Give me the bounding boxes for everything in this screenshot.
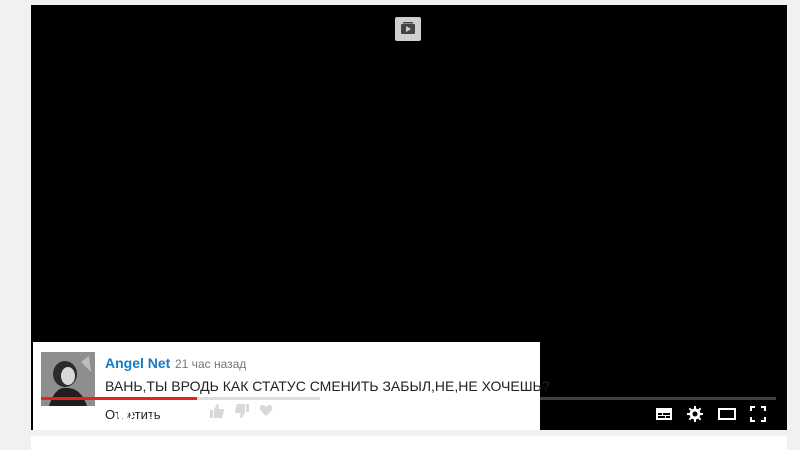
comment-time: 21 час назад [175,357,247,371]
time-current: 1:18 [149,407,173,421]
gear-icon[interactable] [687,406,703,427]
video-player[interactable]: Angel Net 21 час назад ВАНЬ,ТЫ ВРОДЬ КАК… [31,5,787,430]
theater-mode-icon[interactable] [718,407,736,426]
subtitles-icon[interactable] [655,407,673,426]
progress-bar[interactable] [41,397,776,400]
thumbs-up-icon[interactable] [209,403,225,424]
time-total: 6:10 [182,407,206,421]
comment-author[interactable]: Angel Net [105,355,170,371]
youtube-logo-icon[interactable] [395,17,421,41]
fullscreen-icon[interactable] [750,406,766,427]
below-player-panel [31,436,787,450]
play-icon[interactable] [53,407,67,428]
comment-text: ВАНЬ,ТЫ ВРОДЬ КАК СТАТУС СМЕНИТЬ ЗАБЫЛ,Н… [105,378,550,394]
volume-icon[interactable] [117,406,139,429]
comment-card: Angel Net 21 час назад ВАНЬ,ТЫ ВРОДЬ КАК… [33,342,550,430]
progress-played [41,397,197,400]
thumbs-down-icon[interactable] [234,403,250,424]
heart-icon[interactable] [259,404,273,422]
next-icon[interactable] [89,408,103,427]
time-display: 1:18 / 6:10 [149,407,206,421]
